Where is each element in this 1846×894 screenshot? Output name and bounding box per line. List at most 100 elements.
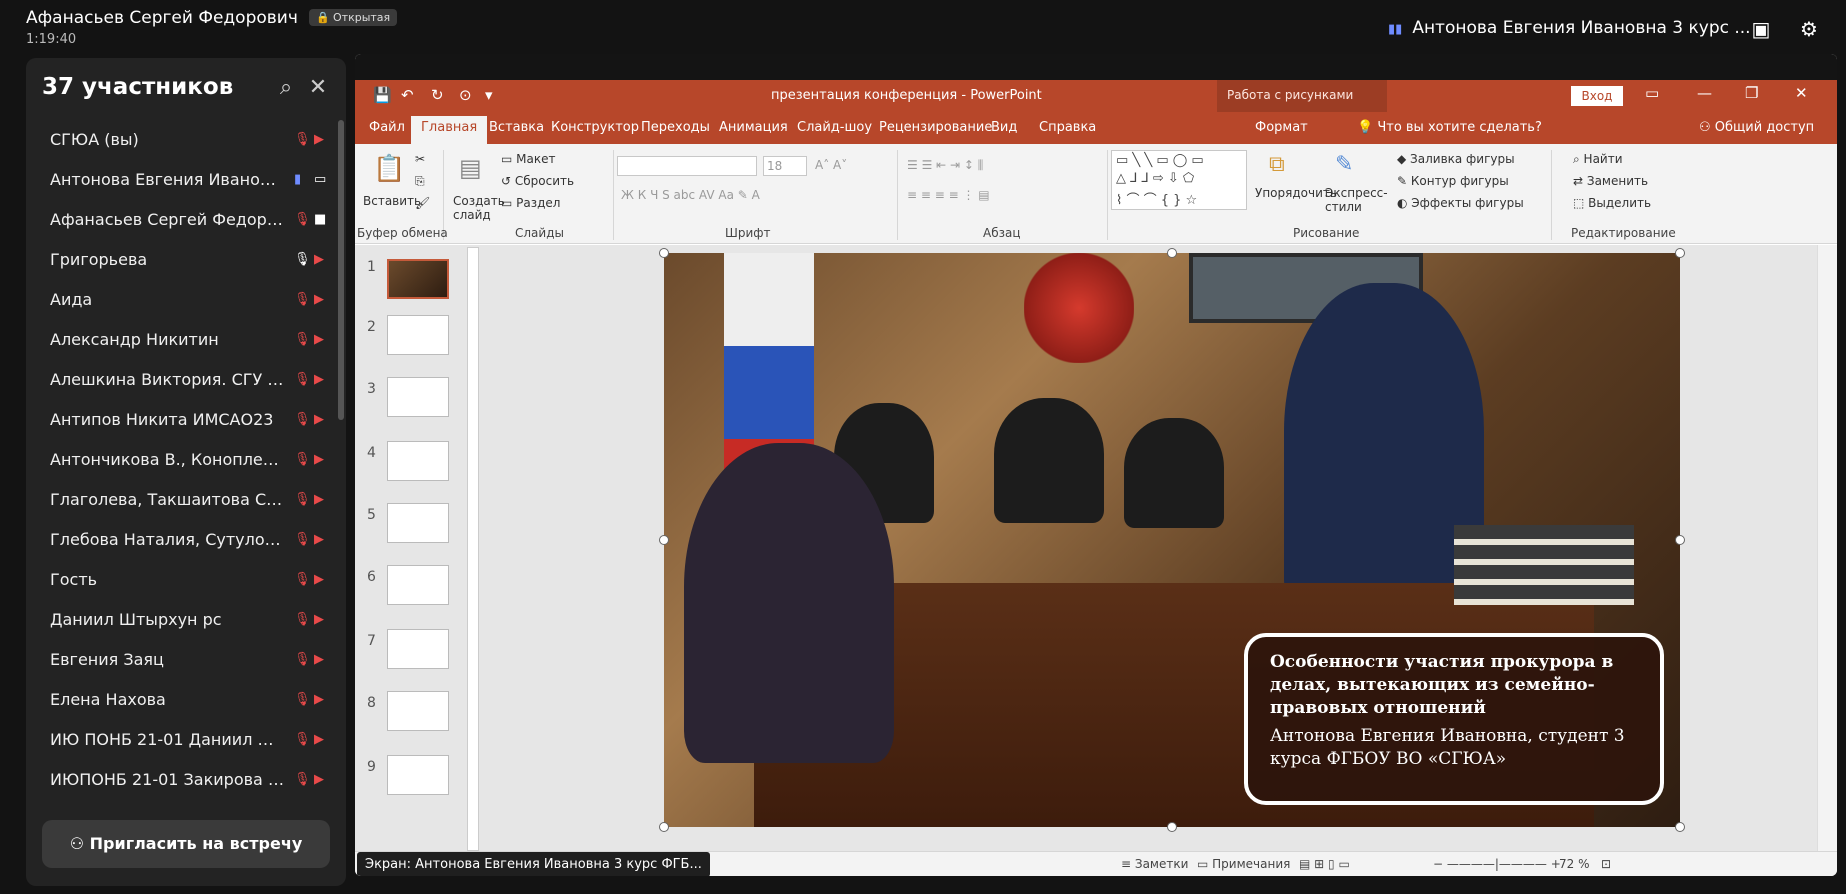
find-button[interactable]: ⌕ Найти <box>1573 152 1623 167</box>
slide-thumb[interactable] <box>387 691 449 731</box>
slide-thumb-selected[interactable] <box>387 259 449 299</box>
close-window-icon[interactable]: ✕ <box>1795 84 1808 102</box>
arrange-icon[interactable]: ⧉ <box>1269 152 1285 177</box>
copy-icon[interactable]: ⎘ <box>415 174 425 189</box>
slide-thumb[interactable] <box>387 441 449 481</box>
customize-icon[interactable]: ▾ <box>485 86 493 104</box>
undo-icon[interactable]: ↶ <box>401 86 414 104</box>
font-family-select[interactable] <box>617 156 757 176</box>
layout-button[interactable]: ▭ Макет <box>501 152 555 166</box>
participant-row[interactable]: Глаголева, Такшаитова СГЮА 🎙 ▶ <box>26 480 336 520</box>
resize-handle[interactable] <box>1675 822 1685 832</box>
ribbon-display-icon[interactable]: ▭ <box>1645 84 1659 102</box>
minimize-icon[interactable]: — <box>1697 84 1712 102</box>
tab-help[interactable]: Справка <box>1039 120 1096 135</box>
tab-review[interactable]: Рецензирование <box>879 120 992 135</box>
resize-handle[interactable] <box>1167 822 1177 832</box>
cut-icon[interactable]: ✂ <box>415 152 425 166</box>
participant-row[interactable]: Григорьева 🎙 ▶ <box>26 240 336 280</box>
current-slide-image[interactable]: Особенности участия прокурора в делах, в… <box>664 253 1680 827</box>
search-icon[interactable]: ⌕ <box>274 76 298 100</box>
tab-view[interactable]: Вид <box>991 120 1017 135</box>
resize-handle[interactable] <box>659 535 669 545</box>
new-slide-icon[interactable]: ▤ <box>459 154 482 182</box>
slide-scrollbar[interactable] <box>1817 245 1837 851</box>
tab-animation[interactable]: Анимация <box>719 120 788 135</box>
tell-me-box[interactable]: 💡 Что вы хотите сделать? <box>1357 120 1542 135</box>
tab-file[interactable]: Файл <box>369 120 405 135</box>
close-icon[interactable]: ✕ <box>306 76 330 100</box>
quick-styles-button[interactable]: Экспресс-стили <box>1325 186 1388 214</box>
shape-outline-button[interactable]: ✎ Контур фигуры <box>1397 174 1509 188</box>
slide-caption-box[interactable]: Особенности участия прокурора в делах, в… <box>1244 633 1664 805</box>
participant-row[interactable]: Антонова Евгения Ивановна 3 курс ... ▮ ▭ <box>26 160 336 200</box>
resize-handle[interactable] <box>1675 535 1685 545</box>
slide-thumb[interactable] <box>387 377 449 417</box>
participant-row[interactable]: Даниил Штырхун рс 🎙 ▶ <box>26 600 336 640</box>
participant-row[interactable]: Елена Нахова 🎙 ▶ <box>26 680 336 720</box>
participant-row[interactable]: Алешкина Виктория. СГУ им... 🎙 ▶ <box>26 360 336 400</box>
participant-row[interactable]: СГЮА (вы) 🎙 ▶ <box>26 120 336 160</box>
quick-styles-icon[interactable]: ✎ <box>1335 152 1353 177</box>
profile-icon[interactable]: ▣ <box>1750 18 1772 40</box>
fit-slide-icon[interactable]: ⊡ <box>1601 857 1611 871</box>
font-size-select[interactable]: 18 <box>763 156 807 176</box>
zoom-slider[interactable]: − ————|———— + <box>1433 857 1561 871</box>
slide-thumb[interactable] <box>387 755 449 795</box>
participant-row[interactable]: Антипов Никита ИМСАО23 🎙 ▶ <box>26 400 336 440</box>
thumbnail-scrollbar[interactable] <box>467 247 479 851</box>
settings-icon[interactable]: ⚙ <box>1798 18 1820 40</box>
replace-button[interactable]: ⇄ Заменить <box>1573 174 1648 188</box>
resize-handle[interactable] <box>659 248 669 258</box>
participants-scrollbar[interactable] <box>338 120 344 420</box>
tab-format[interactable]: Формат <box>1255 120 1308 135</box>
invite-button[interactable]: ⚇ Пригласить на встречу <box>42 820 330 868</box>
shapes-gallery[interactable]: ▭ ╲ ╲ ▭ ◯ ▭ △ ⅃ ⅃ ⇨ ⇩ ⬠ ⌇ ⌒ ⌒ { } ☆ <box>1111 150 1247 210</box>
slide-thumb[interactable] <box>387 565 449 605</box>
tab-transitions[interactable]: Переходы <box>641 120 710 135</box>
participant-row[interactable]: Александр Никитин 🎙 ▶ <box>26 320 336 360</box>
participant-row[interactable]: Аида 🎙 ▶ <box>26 280 336 320</box>
grow-font-icon[interactable]: A˄ A˅ <box>815 158 847 172</box>
list-buttons[interactable]: ☰ ☰ ⇤ ⇥ ↕ ⫼ <box>907 158 983 173</box>
font-style-buttons[interactable]: Ж К Ч S abc AV Aa ✎ A <box>621 188 760 202</box>
login-button[interactable]: Вход <box>1571 86 1623 106</box>
section-button[interactable]: ▭ Раздел <box>501 196 560 210</box>
participant-row[interactable]: ИЮПОНБ 21-01 Закирова Э.М. 🎙 ▶ <box>26 760 336 800</box>
resize-handle[interactable] <box>1675 248 1685 258</box>
clipboard-icon[interactable]: 📋 <box>373 154 405 184</box>
resize-handle[interactable] <box>659 822 669 832</box>
format-painter-icon[interactable]: 🖌 <box>415 196 430 210</box>
slide-thumb[interactable] <box>387 629 449 669</box>
redo-icon[interactable]: ↻ <box>431 86 444 104</box>
mic-off-icon: 🎙 <box>294 132 311 147</box>
zoom-level[interactable]: 72 % <box>1559 857 1590 871</box>
tab-insert[interactable]: Вставка <box>489 120 544 135</box>
new-slide-button[interactable]: Создать слайд <box>453 194 505 222</box>
slide-thumb[interactable] <box>387 315 449 355</box>
present-icon[interactable]: ⊙ <box>459 86 472 104</box>
view-buttons[interactable]: ▤ ⊞ ▯ ▭ <box>1299 857 1350 871</box>
participant-row[interactable]: Антончикова В., Коноплева Е. 🎙 ▶ <box>26 440 336 480</box>
save-icon[interactable]: 💾 <box>373 86 392 104</box>
participant-row[interactable]: Глебова Наталия, Сутулов Д... 🎙 ▶ <box>26 520 336 560</box>
notes-button[interactable]: ≡ Заметки <box>1121 857 1188 871</box>
participant-row[interactable]: Афанасьев Сергей Федорович 🎙 ■ <box>26 200 336 240</box>
tab-slideshow[interactable]: Слайд-шоу <box>797 120 872 135</box>
slide-thumb[interactable] <box>387 503 449 543</box>
tab-design[interactable]: Конструктор <box>551 120 639 135</box>
participant-row[interactable]: ИЮ ПОНБ 21-01 Даниил Шт... 🎙 ▶ <box>26 720 336 760</box>
tab-home[interactable]: Главная <box>411 116 488 144</box>
shape-effects-button[interactable]: ◐ Эффекты фигуры <box>1397 196 1524 210</box>
resize-handle[interactable] <box>1167 248 1177 258</box>
share-button[interactable]: ⚇ Общий доступ <box>1699 120 1814 135</box>
restore-icon[interactable]: ❐ <box>1745 84 1758 102</box>
select-button[interactable]: ⬚ Выделить <box>1573 196 1651 210</box>
participant-row[interactable]: Евгения Заяц 🎙 ▶ <box>26 640 336 680</box>
align-buttons[interactable]: ≡ ≡ ≡ ≡ ⋮ ▤ <box>907 188 990 202</box>
paste-button[interactable]: Вставить <box>363 194 421 208</box>
shape-fill-button[interactable]: ◆ Заливка фигуры <box>1397 152 1515 166</box>
reset-button[interactable]: ↺ Сбросить <box>501 174 574 188</box>
participant-row[interactable]: Гость 🎙 ▶ <box>26 560 336 600</box>
comments-button[interactable]: ▭ Примечания <box>1197 857 1290 871</box>
